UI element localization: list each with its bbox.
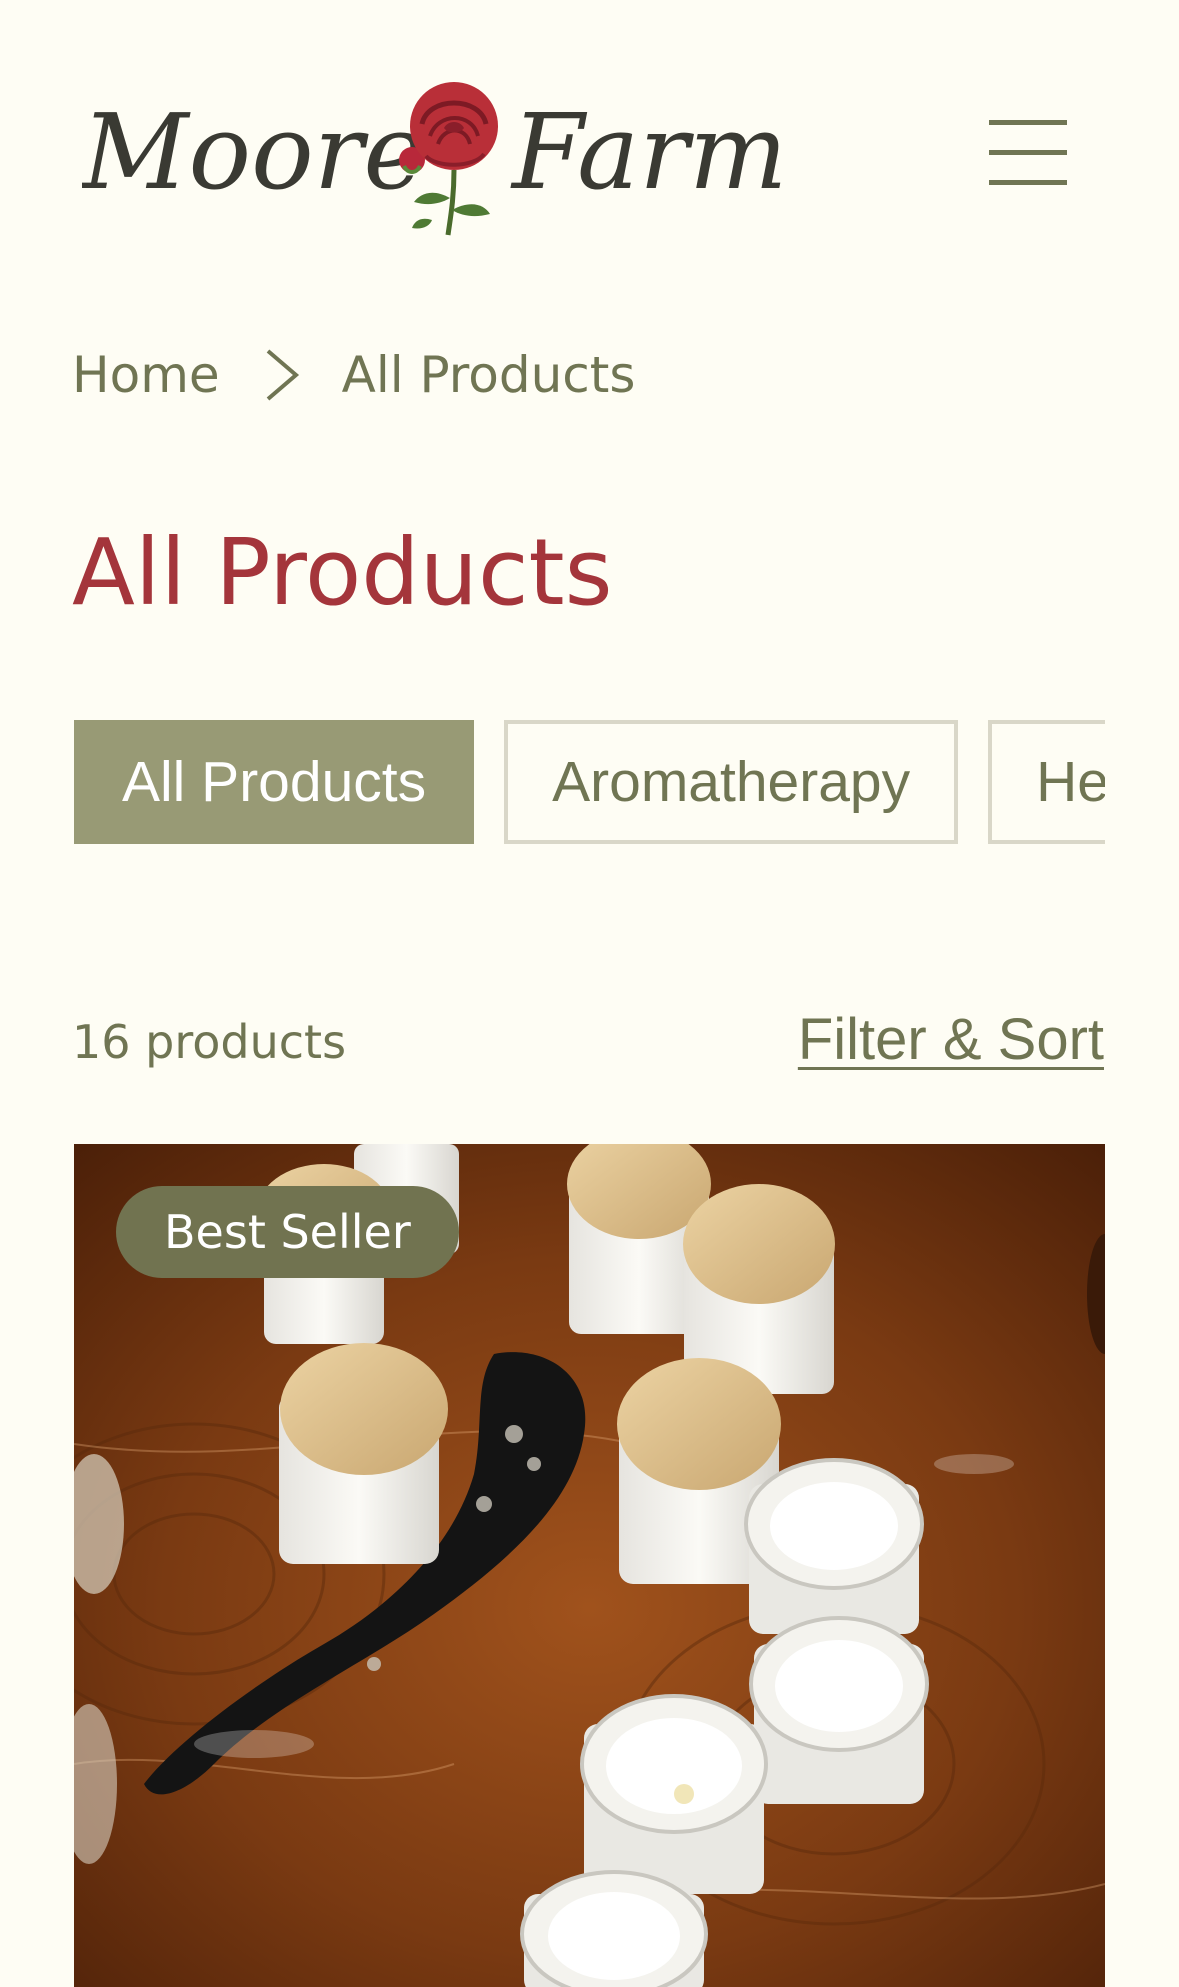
- category-tabs: All Products Aromatherapy Herbal: [74, 720, 1105, 844]
- logo-text-left: Moore: [82, 91, 425, 213]
- breadcrumb-current: All Products: [341, 346, 636, 404]
- filter-sort-button[interactable]: Filter & Sort: [798, 1006, 1104, 1073]
- product-card[interactable]: Best Seller: [74, 1144, 1105, 1987]
- menu-button[interactable]: [985, 112, 1071, 192]
- breadcrumb: Home All Products: [72, 340, 635, 410]
- breadcrumb-home-link[interactable]: Home: [72, 346, 220, 404]
- best-seller-badge: Best Seller: [116, 1186, 459, 1278]
- page-title: All Products: [72, 519, 613, 626]
- tab-aromatherapy[interactable]: Aromatherapy: [504, 720, 959, 844]
- product-count: 16 products: [72, 1015, 347, 1069]
- logo-text-right: Farm: [510, 91, 787, 213]
- tab-all-products[interactable]: All Products: [74, 720, 475, 844]
- chevron-right-icon: [260, 345, 304, 405]
- moore-farm-logo[interactable]: Moore Farm: [80, 70, 822, 240]
- hamburger-menu-icon: [989, 120, 1067, 185]
- tab-herbal[interactable]: Herbal: [988, 720, 1105, 844]
